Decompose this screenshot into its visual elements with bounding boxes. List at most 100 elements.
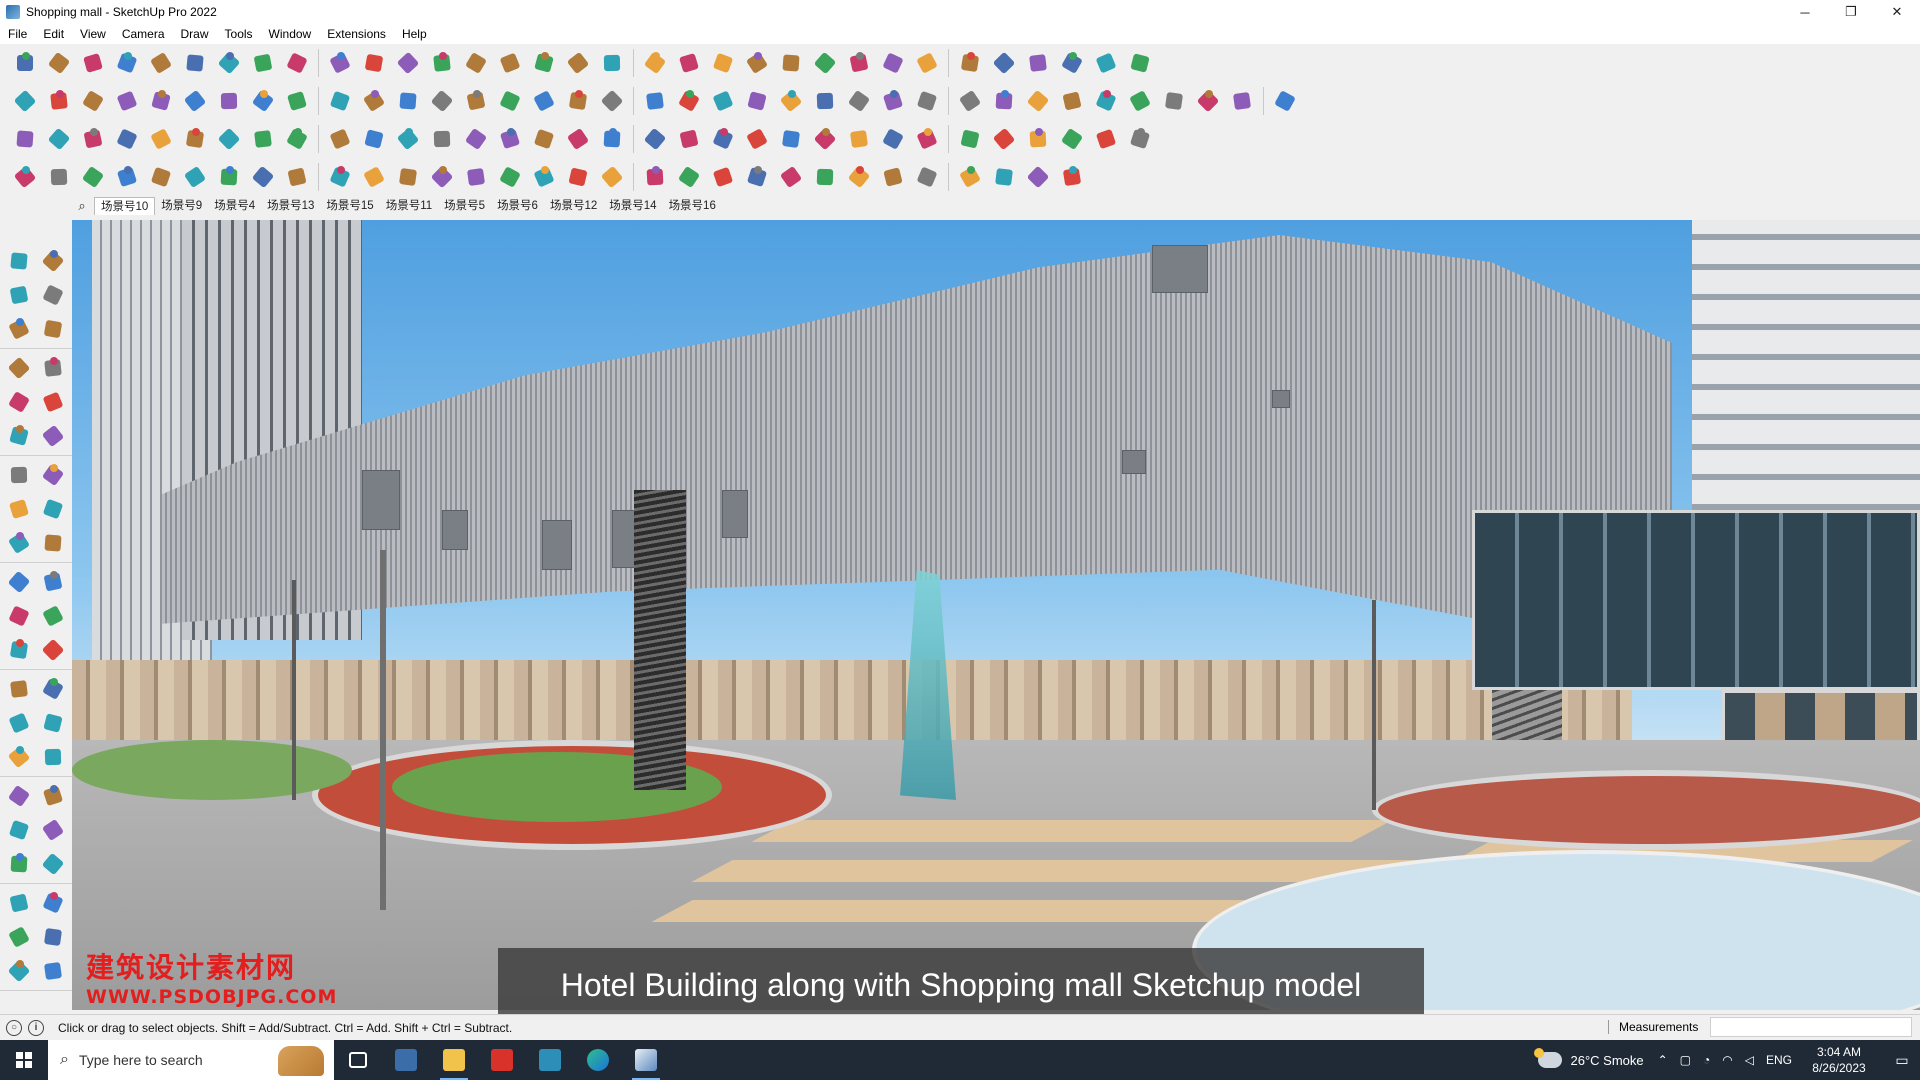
polygon-icon[interactable] xyxy=(845,87,873,115)
tree-icon[interactable] xyxy=(743,125,771,153)
paint-icon[interactable] xyxy=(879,125,907,153)
undo-curve-icon[interactable] xyxy=(709,125,737,153)
chevron-up-icon[interactable]: ⌃ xyxy=(1658,1053,1668,1067)
text-icon[interactable] xyxy=(428,49,456,77)
section-icon[interactable] xyxy=(811,49,839,77)
components-icon[interactable] xyxy=(5,315,33,343)
circle-icon[interactable] xyxy=(811,87,839,115)
follow-me-icon[interactable] xyxy=(39,568,67,596)
auto-text-icon[interactable] xyxy=(113,125,141,153)
tag-icon[interactable] xyxy=(39,315,67,343)
arc-tool-icon[interactable] xyxy=(283,125,311,153)
taskbar-file-explorer[interactable] xyxy=(430,1040,478,1080)
pattern-icon[interactable] xyxy=(845,163,873,191)
undo-icon[interactable] xyxy=(1058,49,1086,77)
restore-button[interactable]: ❐ xyxy=(1828,0,1874,24)
scene-tab[interactable]: 场景号14 xyxy=(603,197,662,215)
grip-icon[interactable] xyxy=(428,163,456,191)
close-button[interactable]: ✕ xyxy=(1874,0,1920,24)
start-button[interactable] xyxy=(0,1040,48,1080)
pan-icon[interactable] xyxy=(530,49,558,77)
mirror-icon[interactable] xyxy=(1024,49,1052,77)
solid-split-icon[interactable] xyxy=(249,87,277,115)
solid-subtract-icon[interactable] xyxy=(147,87,175,115)
rotate-icon[interactable] xyxy=(5,568,33,596)
stamp-icon[interactable] xyxy=(39,957,67,985)
scene-search-icon[interactable]: ⌕ xyxy=(70,198,94,214)
arc-icon[interactable] xyxy=(913,87,941,115)
scene-tab[interactable]: 场景号6 xyxy=(491,197,544,215)
sandbox-icon[interactable] xyxy=(5,923,33,951)
zoom-extents-icon[interactable] xyxy=(598,49,626,77)
star-icon[interactable] xyxy=(641,125,669,153)
section-cut-icon[interactable] xyxy=(428,87,456,115)
corner2-icon[interactable] xyxy=(326,163,354,191)
copy-icon[interactable] xyxy=(845,125,873,153)
sandbox-icon[interactable] xyxy=(675,49,703,77)
plane-yellow-icon[interactable] xyxy=(79,125,107,153)
hatch-box-icon[interactable] xyxy=(1024,125,1052,153)
leaf-icon[interactable] xyxy=(1058,163,1086,191)
scale-icon[interactable] xyxy=(360,49,388,77)
fan-icon[interactable] xyxy=(641,163,669,191)
face-icon[interactable] xyxy=(147,125,175,153)
array-icon[interactable] xyxy=(811,125,839,153)
sphere-icon[interactable] xyxy=(956,163,984,191)
window-icon[interactable] xyxy=(598,87,626,115)
hook2-icon[interactable] xyxy=(394,163,422,191)
branch-icon[interactable] xyxy=(598,163,626,191)
stair-icon[interactable] xyxy=(675,87,703,115)
eraser-icon[interactable] xyxy=(39,281,67,309)
components-icon[interactable] xyxy=(641,49,669,77)
house-icon[interactable] xyxy=(530,87,558,115)
language-indicator[interactable]: ENG xyxy=(1766,1053,1792,1067)
tape-measure-icon[interactable] xyxy=(5,636,33,664)
hatch-icon[interactable] xyxy=(990,125,1018,153)
warning-icon[interactable] xyxy=(496,125,524,153)
push-pull-icon[interactable] xyxy=(215,49,243,77)
section-fill-icon[interactable] xyxy=(845,49,873,77)
weather-widget[interactable]: 26°C Smoke xyxy=(1534,1048,1644,1068)
arc-icon[interactable] xyxy=(5,461,33,489)
axes-icon[interactable] xyxy=(5,709,33,737)
corner-icon[interactable] xyxy=(283,163,311,191)
dots-icon[interactable] xyxy=(1058,125,1086,153)
circle-icon[interactable] xyxy=(5,422,33,450)
layers-icon[interactable] xyxy=(709,49,737,77)
scene-tab[interactable]: 场景号12 xyxy=(544,197,603,215)
menu-file[interactable]: File xyxy=(0,27,35,41)
network-icon[interactable]: ◔ xyxy=(1703,1053,1710,1067)
previous-view-icon[interactable] xyxy=(39,816,67,844)
menu-window[interactable]: Window xyxy=(261,27,320,41)
material-icon[interactable] xyxy=(1271,87,1299,115)
text-icon[interactable] xyxy=(39,675,67,703)
rotated-rectangle-icon[interactable] xyxy=(39,388,67,416)
knife-icon[interactable] xyxy=(777,87,805,115)
pie-icon[interactable] xyxy=(39,461,67,489)
solid-trim-icon[interactable] xyxy=(215,87,243,115)
scene-tab[interactable]: 场景号4 xyxy=(208,197,261,215)
fork-icon[interactable] xyxy=(675,163,703,191)
stairs-icon[interactable] xyxy=(743,163,771,191)
scene-tab[interactable]: 场景号16 xyxy=(663,197,722,215)
position-camera-icon[interactable] xyxy=(5,850,33,878)
lasso-icon[interactable] xyxy=(147,49,175,77)
spline-icon[interactable] xyxy=(326,125,354,153)
mesh-icon[interactable] xyxy=(913,125,941,153)
zoom-extents-icon[interactable] xyxy=(5,816,33,844)
bend-icon[interactable] xyxy=(147,163,175,191)
node-icon[interactable] xyxy=(1092,125,1120,153)
add-icon[interactable] xyxy=(360,125,388,153)
loft-icon[interactable] xyxy=(1160,87,1188,115)
balusters-icon[interactable] xyxy=(496,163,524,191)
extrude-icon[interactable] xyxy=(1126,87,1154,115)
texture-icon[interactable] xyxy=(1228,87,1256,115)
brush-icon[interactable] xyxy=(113,163,141,191)
menu-draw[interactable]: Draw xyxy=(173,27,217,41)
glass-icon[interactable] xyxy=(530,163,558,191)
minimize-button[interactable]: ─ xyxy=(1782,0,1828,24)
fins-icon[interactable] xyxy=(990,163,1018,191)
wifi-icon[interactable]: ◠ xyxy=(1722,1053,1732,1067)
offset-icon[interactable] xyxy=(1024,87,1052,115)
user-icon[interactable] xyxy=(1126,49,1154,77)
